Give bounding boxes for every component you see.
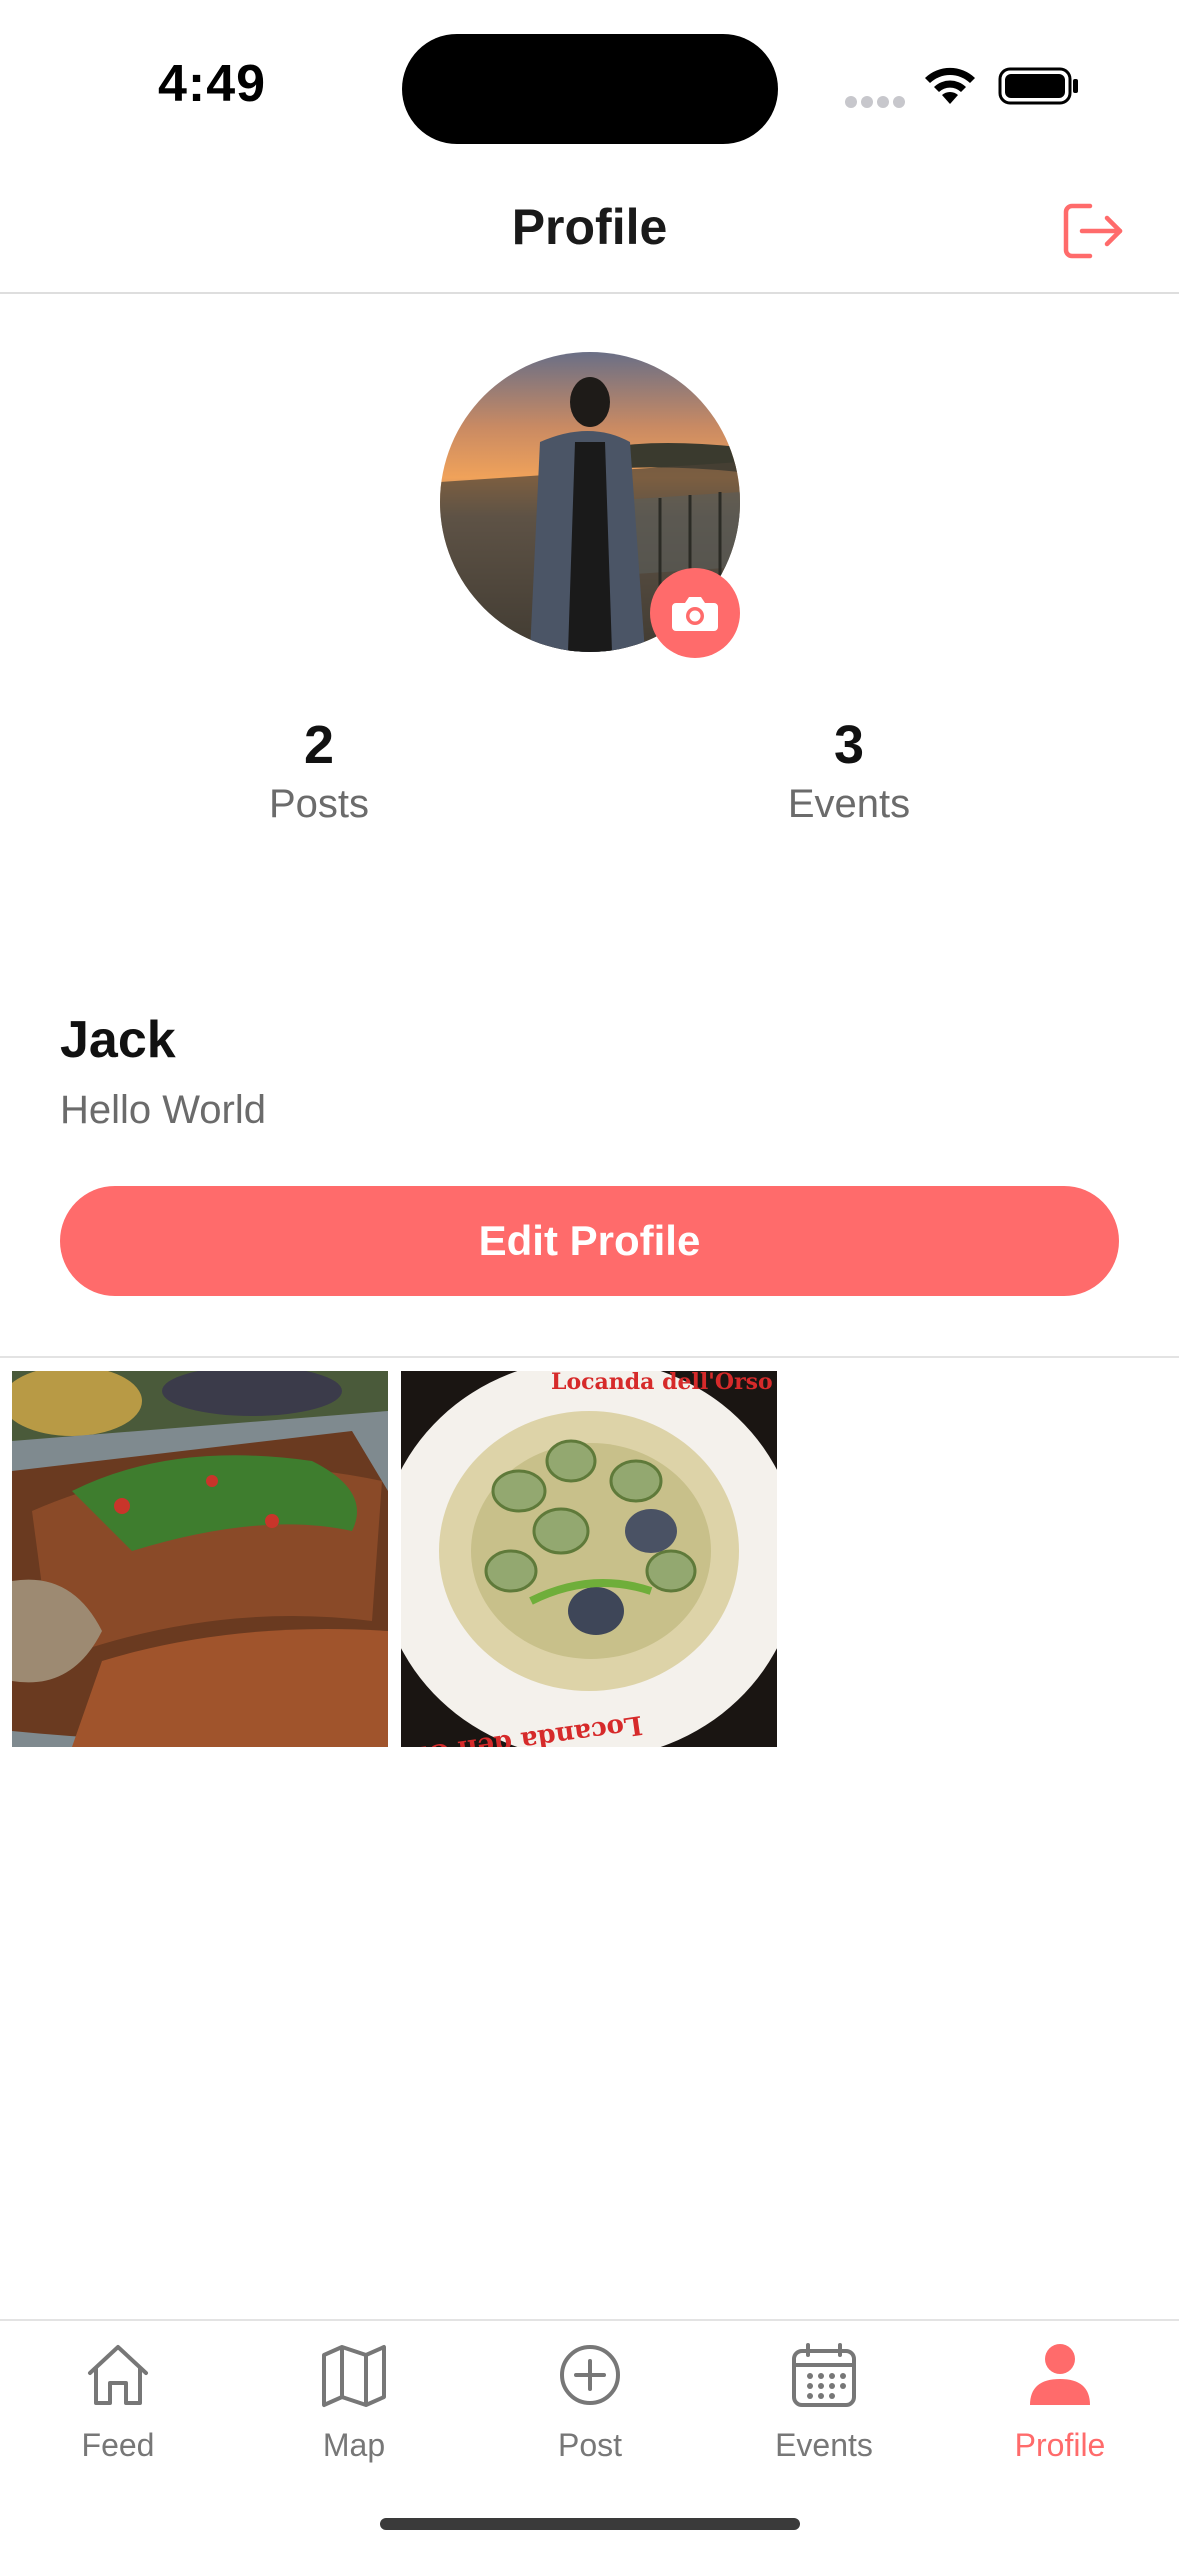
tab-events[interactable]: Events bbox=[706, 2339, 942, 2489]
tab-feed[interactable]: Feed bbox=[0, 2339, 236, 2489]
change-photo-button[interactable] bbox=[650, 568, 740, 658]
status-bar: 4:49 bbox=[0, 0, 1179, 170]
tab-profile-label: Profile bbox=[1014, 2427, 1106, 2463]
events-label: Events bbox=[787, 782, 911, 826]
posts-grid: Locanda dell'Orso Locanda dell'Orso bbox=[12, 1371, 1167, 1747]
tab-events-label: Events bbox=[775, 2427, 873, 2463]
plus-circle-icon bbox=[560, 2345, 620, 2405]
user-name: Jack bbox=[60, 1011, 176, 1069]
edit-profile-button[interactable]: Edit Profile bbox=[60, 1186, 1119, 1296]
nav-header: Profile bbox=[0, 170, 1179, 294]
wifi-icon bbox=[925, 67, 975, 104]
posts-stat[interactable]: 2 Posts bbox=[169, 712, 469, 830]
tab-post-label: Post bbox=[557, 2427, 623, 2463]
tab-map-label: Map bbox=[322, 2427, 386, 2463]
logout-icon[interactable] bbox=[1060, 198, 1126, 264]
user-bio: Hello World bbox=[60, 1088, 266, 1132]
battery-icon bbox=[998, 67, 1078, 105]
events-stat[interactable]: 3 Events bbox=[699, 712, 999, 830]
posts-count: 2 bbox=[303, 715, 335, 775]
tab-map[interactable]: Map bbox=[236, 2339, 472, 2489]
status-time: 4:49 bbox=[158, 55, 267, 113]
post-thumbnail-ravioli[interactable]: Locanda dell'Orso Locanda dell'Orso bbox=[401, 1371, 777, 1747]
posts-label: Posts bbox=[268, 782, 370, 826]
plate-text-top: Locanda dell'Orso bbox=[551, 1371, 773, 1395]
tab-feed-label: Feed bbox=[81, 2427, 155, 2463]
tab-post[interactable]: Post bbox=[472, 2339, 708, 2489]
page-title: Profile bbox=[511, 199, 668, 255]
person-icon bbox=[1030, 2344, 1090, 2405]
events-count: 3 bbox=[833, 715, 865, 775]
home-indicator bbox=[380, 2518, 800, 2530]
home-icon bbox=[88, 2345, 148, 2405]
tab-profile[interactable]: Profile bbox=[942, 2339, 1178, 2489]
post-thumbnail-steak[interactable] bbox=[12, 1371, 388, 1747]
camera-icon bbox=[672, 597, 718, 631]
calendar-icon bbox=[792, 2343, 856, 2407]
cellular-signal-icon bbox=[845, 96, 907, 110]
divider bbox=[0, 1356, 1179, 1358]
map-icon bbox=[322, 2345, 386, 2407]
dynamic-island bbox=[402, 34, 778, 144]
avatar-container bbox=[440, 352, 740, 658]
